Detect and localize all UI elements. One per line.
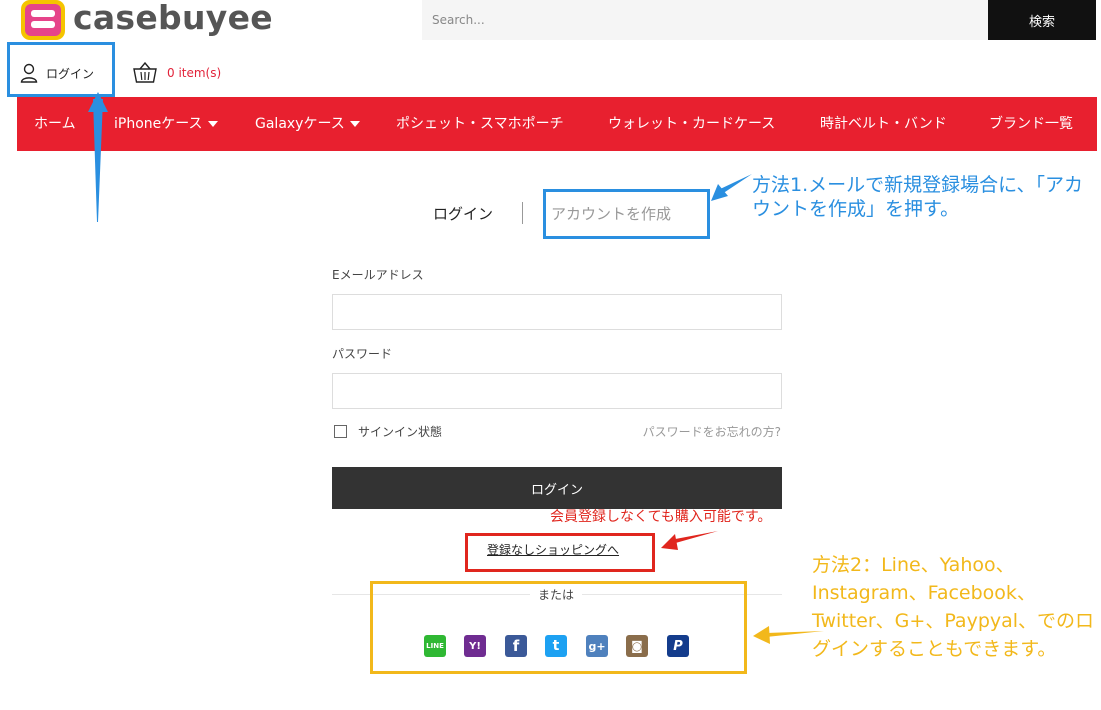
annotation-box-social xyxy=(370,581,747,674)
annotation-box-create-account xyxy=(543,189,710,239)
annotation-box-guest xyxy=(465,533,655,572)
annotation-blue-note: 方法1.メールで新規登録場合に、「アカウントを作成」を押す。 xyxy=(752,174,1084,220)
annotation-yellow-note: 方法2：Line、Yahoo、Instagram、Facebook、Twitte… xyxy=(812,554,1095,660)
annotation-red-note: 会員登録しなくても購入可能です。 xyxy=(550,509,772,525)
